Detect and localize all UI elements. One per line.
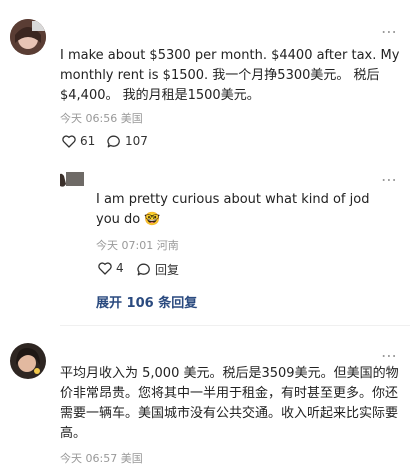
comment-meta-2: 今天 06:57 美国 xyxy=(60,452,143,465)
comment-divider xyxy=(60,325,410,326)
nerd-emoji-icon: 🤓 xyxy=(144,212,161,227)
avatar-user-1[interactable] xyxy=(10,19,46,55)
reply-more-options-icon[interactable]: ⋯ xyxy=(381,172,398,188)
like-count: 61 xyxy=(80,134,96,148)
reply-count: 107 xyxy=(125,134,148,148)
comment-bubble-icon xyxy=(107,135,120,147)
reply-count-button[interactable]: 107 xyxy=(107,134,148,148)
reply-like-button[interactable]: 4 xyxy=(98,261,124,275)
reply-reply-button[interactable]: 回复 xyxy=(137,261,179,278)
comment-text: I make about $5300 per month. $4400 afte… xyxy=(60,48,400,103)
comment-bubble-icon xyxy=(137,263,150,276)
reply-text: I am pretty curious about what kind of j… xyxy=(96,190,396,230)
heart-icon xyxy=(62,134,76,148)
reply-text-content: I am pretty curious about what kind of j… xyxy=(96,192,370,227)
reply-reply-label: 回复 xyxy=(155,263,180,277)
more-options-icon[interactable]: ⋯ xyxy=(381,24,398,40)
comment-text-2: 平均月收入为 5,000 美元。税后是3509美元。但美国的物价非常昂贵。您将其… xyxy=(60,366,399,441)
avatar-reply-user[interactable] xyxy=(60,170,84,194)
comment-meta: 今天 06:56 美国 xyxy=(60,112,143,125)
more-options-icon-2[interactable]: ⋯ xyxy=(381,348,398,364)
expand-replies-button[interactable]: 展开 106 条回复 xyxy=(96,292,197,311)
avatar-user-2[interactable] xyxy=(10,343,46,379)
reply-like-count: 4 xyxy=(116,261,124,275)
reply-meta: 今天 07:01 河南 xyxy=(96,239,179,252)
heart-icon xyxy=(98,261,112,275)
like-button[interactable]: 61 xyxy=(62,134,95,148)
